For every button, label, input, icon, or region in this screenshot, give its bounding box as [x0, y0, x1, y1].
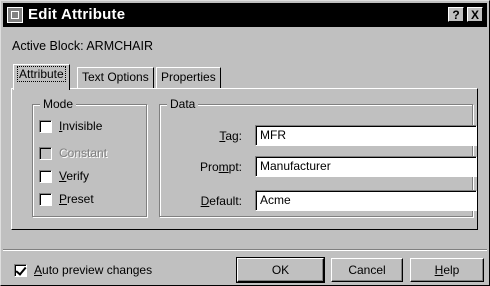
- edit-attribute-dialog: Edit Attribute ? X Active Block: ARMCHAI…: [0, 0, 490, 286]
- title-help-button[interactable]: ?: [448, 7, 464, 22]
- help-button[interactable]: Help: [410, 258, 484, 282]
- tag-input[interactable]: MFR: [255, 125, 477, 146]
- default-label: Default:: [200, 194, 242, 208]
- attribute-tab-panel: Mode Invisible Constant Verify Preset Da…: [11, 88, 478, 230]
- preset-label: Preset: [59, 192, 94, 206]
- constant-checkbox: [39, 147, 52, 160]
- tab-attribute[interactable]: Attribute: [13, 64, 70, 90]
- tag-label: Tag:: [219, 129, 242, 143]
- auto-preview-label: Auto preview changes: [34, 263, 153, 277]
- title-bar[interactable]: Edit Attribute ? X: [3, 3, 487, 27]
- verify-label: Verify: [59, 169, 90, 183]
- mode-group: Mode Invisible Constant Verify Preset: [32, 97, 147, 217]
- app-icon: [7, 7, 23, 23]
- prompt-label: Prompt:: [199, 160, 242, 174]
- ok-button[interactable]: OK: [236, 257, 325, 283]
- invisible-label: Invisible: [59, 119, 103, 133]
- verify-checkbox[interactable]: [39, 170, 52, 183]
- window-title: Edit Attribute: [28, 6, 126, 23]
- close-icon: X: [470, 8, 479, 22]
- tab-properties-label: Properties: [161, 70, 216, 84]
- invisible-checkbox[interactable]: [39, 120, 52, 133]
- active-block-label: Active Block: ARMCHAIR: [12, 39, 154, 53]
- tab-properties[interactable]: Properties: [156, 67, 221, 88]
- close-button[interactable]: X: [467, 7, 483, 22]
- tab-attribute-label: Attribute: [17, 66, 66, 82]
- preset-checkbox[interactable]: [39, 193, 52, 206]
- default-input[interactable]: Acme: [255, 190, 477, 211]
- data-group-title: Data: [167, 97, 199, 111]
- separator: [3, 249, 487, 251]
- tab-text-options-label: Text Options: [82, 70, 149, 84]
- mode-group-title: Mode: [40, 97, 77, 111]
- cancel-button[interactable]: Cancel: [331, 258, 403, 282]
- constant-label: Constant: [59, 146, 108, 160]
- auto-preview-checkbox[interactable]: [14, 264, 27, 277]
- prompt-input[interactable]: Manufacturer: [255, 156, 477, 177]
- tab-text-options[interactable]: Text Options: [77, 67, 154, 88]
